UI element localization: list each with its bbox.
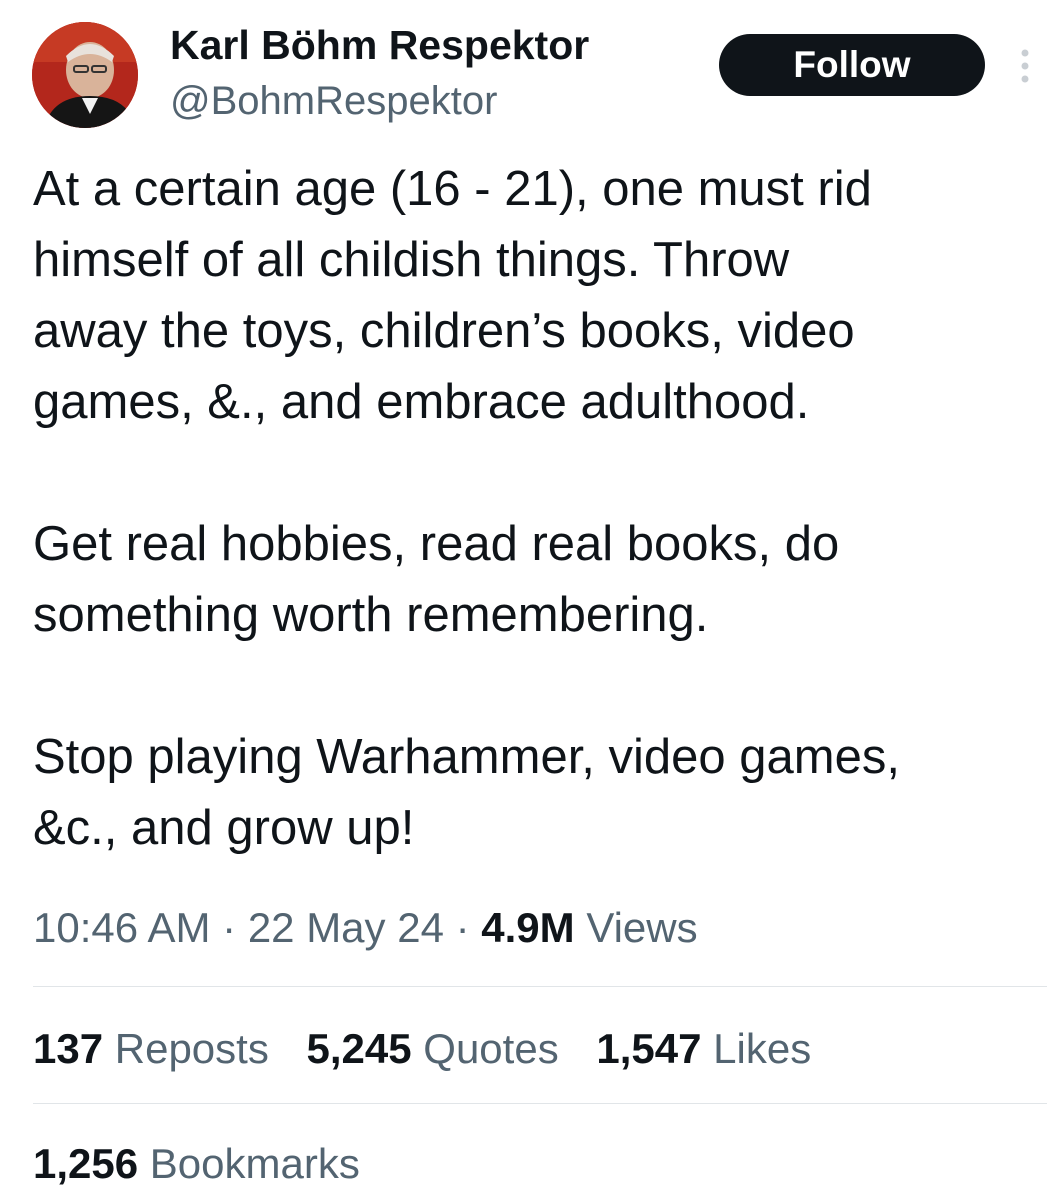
tweet-paragraph: Get real hobbies, read real books, do so… — [33, 517, 840, 642]
divider — [33, 1103, 1047, 1104]
views-label: Views — [586, 904, 698, 951]
avatar[interactable] — [32, 22, 138, 128]
reposts-label: Reposts — [114, 1025, 269, 1072]
meta-separator: · — [222, 904, 237, 951]
avatar-photo — [32, 22, 138, 128]
bookmarks-stat[interactable]: 1,256 Bookmarks — [33, 1134, 360, 1194]
tweet-date[interactable]: 22 May 24 — [248, 904, 444, 951]
more-options-vertical-icon[interactable] — [1014, 46, 1036, 86]
author-handle[interactable]: @BohmRespektor — [170, 76, 497, 126]
tweet-paragraph: At a certain age (16 - 21), one must rid… — [33, 162, 872, 429]
author-display-name[interactable]: Karl Böhm Respektor — [170, 20, 589, 70]
tweet-time[interactable]: 10:46 AM — [33, 904, 210, 951]
quotes-stat[interactable]: 5,245 Quotes — [307, 1019, 559, 1079]
bookmarks-label: Bookmarks — [149, 1140, 360, 1187]
views-count: 4.9M — [481, 904, 575, 951]
tweet-text: At a certain age (16 - 21), one must rid… — [33, 154, 1033, 864]
likes-stat[interactable]: 1,547 Likes — [596, 1019, 811, 1079]
quotes-count: 5,245 — [306, 1025, 412, 1072]
engagement-stats: 137 Reposts 5,245 Quotes 1,547 Likes — [33, 1019, 837, 1079]
follow-button[interactable]: Follow — [719, 34, 985, 96]
reposts-count: 137 — [33, 1025, 104, 1072]
reposts-stat[interactable]: 137 Reposts — [33, 1019, 269, 1079]
quotes-label: Quotes — [423, 1025, 559, 1072]
divider — [33, 986, 1047, 987]
meta-separator: · — [455, 904, 470, 951]
bookmarks-count: 1,256 — [33, 1140, 139, 1187]
likes-count: 1,547 — [596, 1025, 702, 1072]
tweet-paragraph: Stop playing Warhammer, video games, &c.… — [33, 730, 900, 855]
likes-label: Likes — [713, 1025, 812, 1072]
tweet-meta: 10:46 AM · 22 May 24 · 4.9M Views — [33, 898, 698, 958]
